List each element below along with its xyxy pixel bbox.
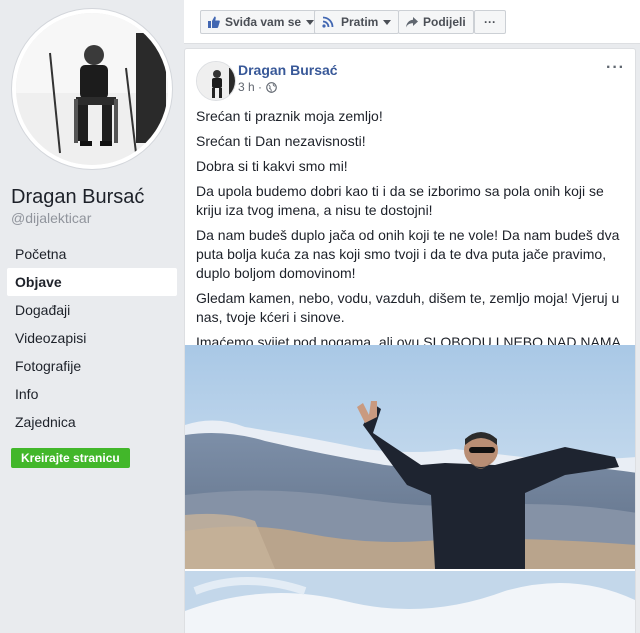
sidebar-item-photos[interactable]: Fotografije xyxy=(7,352,177,380)
sidebar-item-home[interactable]: Početna xyxy=(7,240,177,268)
sidebar-item-community[interactable]: Zajednica xyxy=(7,408,177,436)
post-photo[interactable] xyxy=(185,345,635,569)
post-card: Dragan Bursać 3 h · ··· Srećan ti prazni… xyxy=(184,48,636,633)
page-action-bar: Sviđa vam se Pratim Podijeli ··· xyxy=(184,0,640,44)
chevron-down-icon xyxy=(383,19,392,25)
thumbs-up-icon xyxy=(208,16,220,28)
page-handle[interactable]: @dijalekticar xyxy=(11,210,91,226)
share-button[interactable]: Podijeli xyxy=(398,10,474,34)
post-photo[interactable] xyxy=(185,571,635,633)
post-paragraph: Srećan ti praznik moja zemljo! xyxy=(196,108,383,124)
post-meta: 3 h · xyxy=(238,80,277,94)
sidebar-nav: Početna Objave Događaji Videozapisi Foto… xyxy=(7,240,177,436)
follow-label: Pratim xyxy=(341,15,379,29)
rss-icon xyxy=(322,16,334,28)
sidebar-item-videos[interactable]: Videozapisi xyxy=(7,324,177,352)
share-arrow-icon xyxy=(406,16,418,27)
page-name[interactable]: Dragan Bursać xyxy=(11,186,144,209)
globe-icon xyxy=(266,81,277,93)
post-body: Srećan ti praznik moja zemljo! Srećan ti… xyxy=(196,107,626,377)
left-column: Dragan Bursać @dijalekticar Početna Obja… xyxy=(0,0,184,633)
follow-button[interactable]: Pratim xyxy=(314,10,400,34)
sidebar-item-events[interactable]: Događaji xyxy=(7,296,177,324)
post-options-icon[interactable]: ··· xyxy=(606,59,625,77)
post-paragraph: Gledam kamen, nebo, vodu, vazduh, dišem … xyxy=(196,290,620,325)
post-timestamp[interactable]: 3 h · xyxy=(238,80,262,94)
create-page-button[interactable]: Kreirajte stranicu xyxy=(11,448,130,468)
post-paragraph: Srećan ti Dan nezavisnosti! xyxy=(196,133,366,149)
more-icon: ··· xyxy=(484,15,496,29)
post-author-avatar[interactable] xyxy=(196,61,236,101)
post-paragraph: Da upola budemo dobri kao ti i da se izb… xyxy=(196,183,604,218)
like-label: Sviđa vam se xyxy=(225,15,302,29)
like-button[interactable]: Sviđa vam se xyxy=(200,10,323,34)
share-label: Podijeli xyxy=(423,15,466,29)
more-options-button[interactable]: ··· xyxy=(474,10,506,34)
sidebar-item-info[interactable]: Info xyxy=(7,380,177,408)
post-paragraph: Da nam budeš duplo jača od onih koji te … xyxy=(196,227,620,281)
post-author-name[interactable]: Dragan Bursać xyxy=(238,62,338,78)
profile-picture[interactable] xyxy=(12,9,172,169)
avatar xyxy=(16,13,168,165)
post-paragraph: Dobra si ti kakvi smo mi! xyxy=(196,158,348,174)
sidebar-item-posts[interactable]: Objave xyxy=(7,268,177,296)
chevron-down-icon xyxy=(306,19,315,25)
